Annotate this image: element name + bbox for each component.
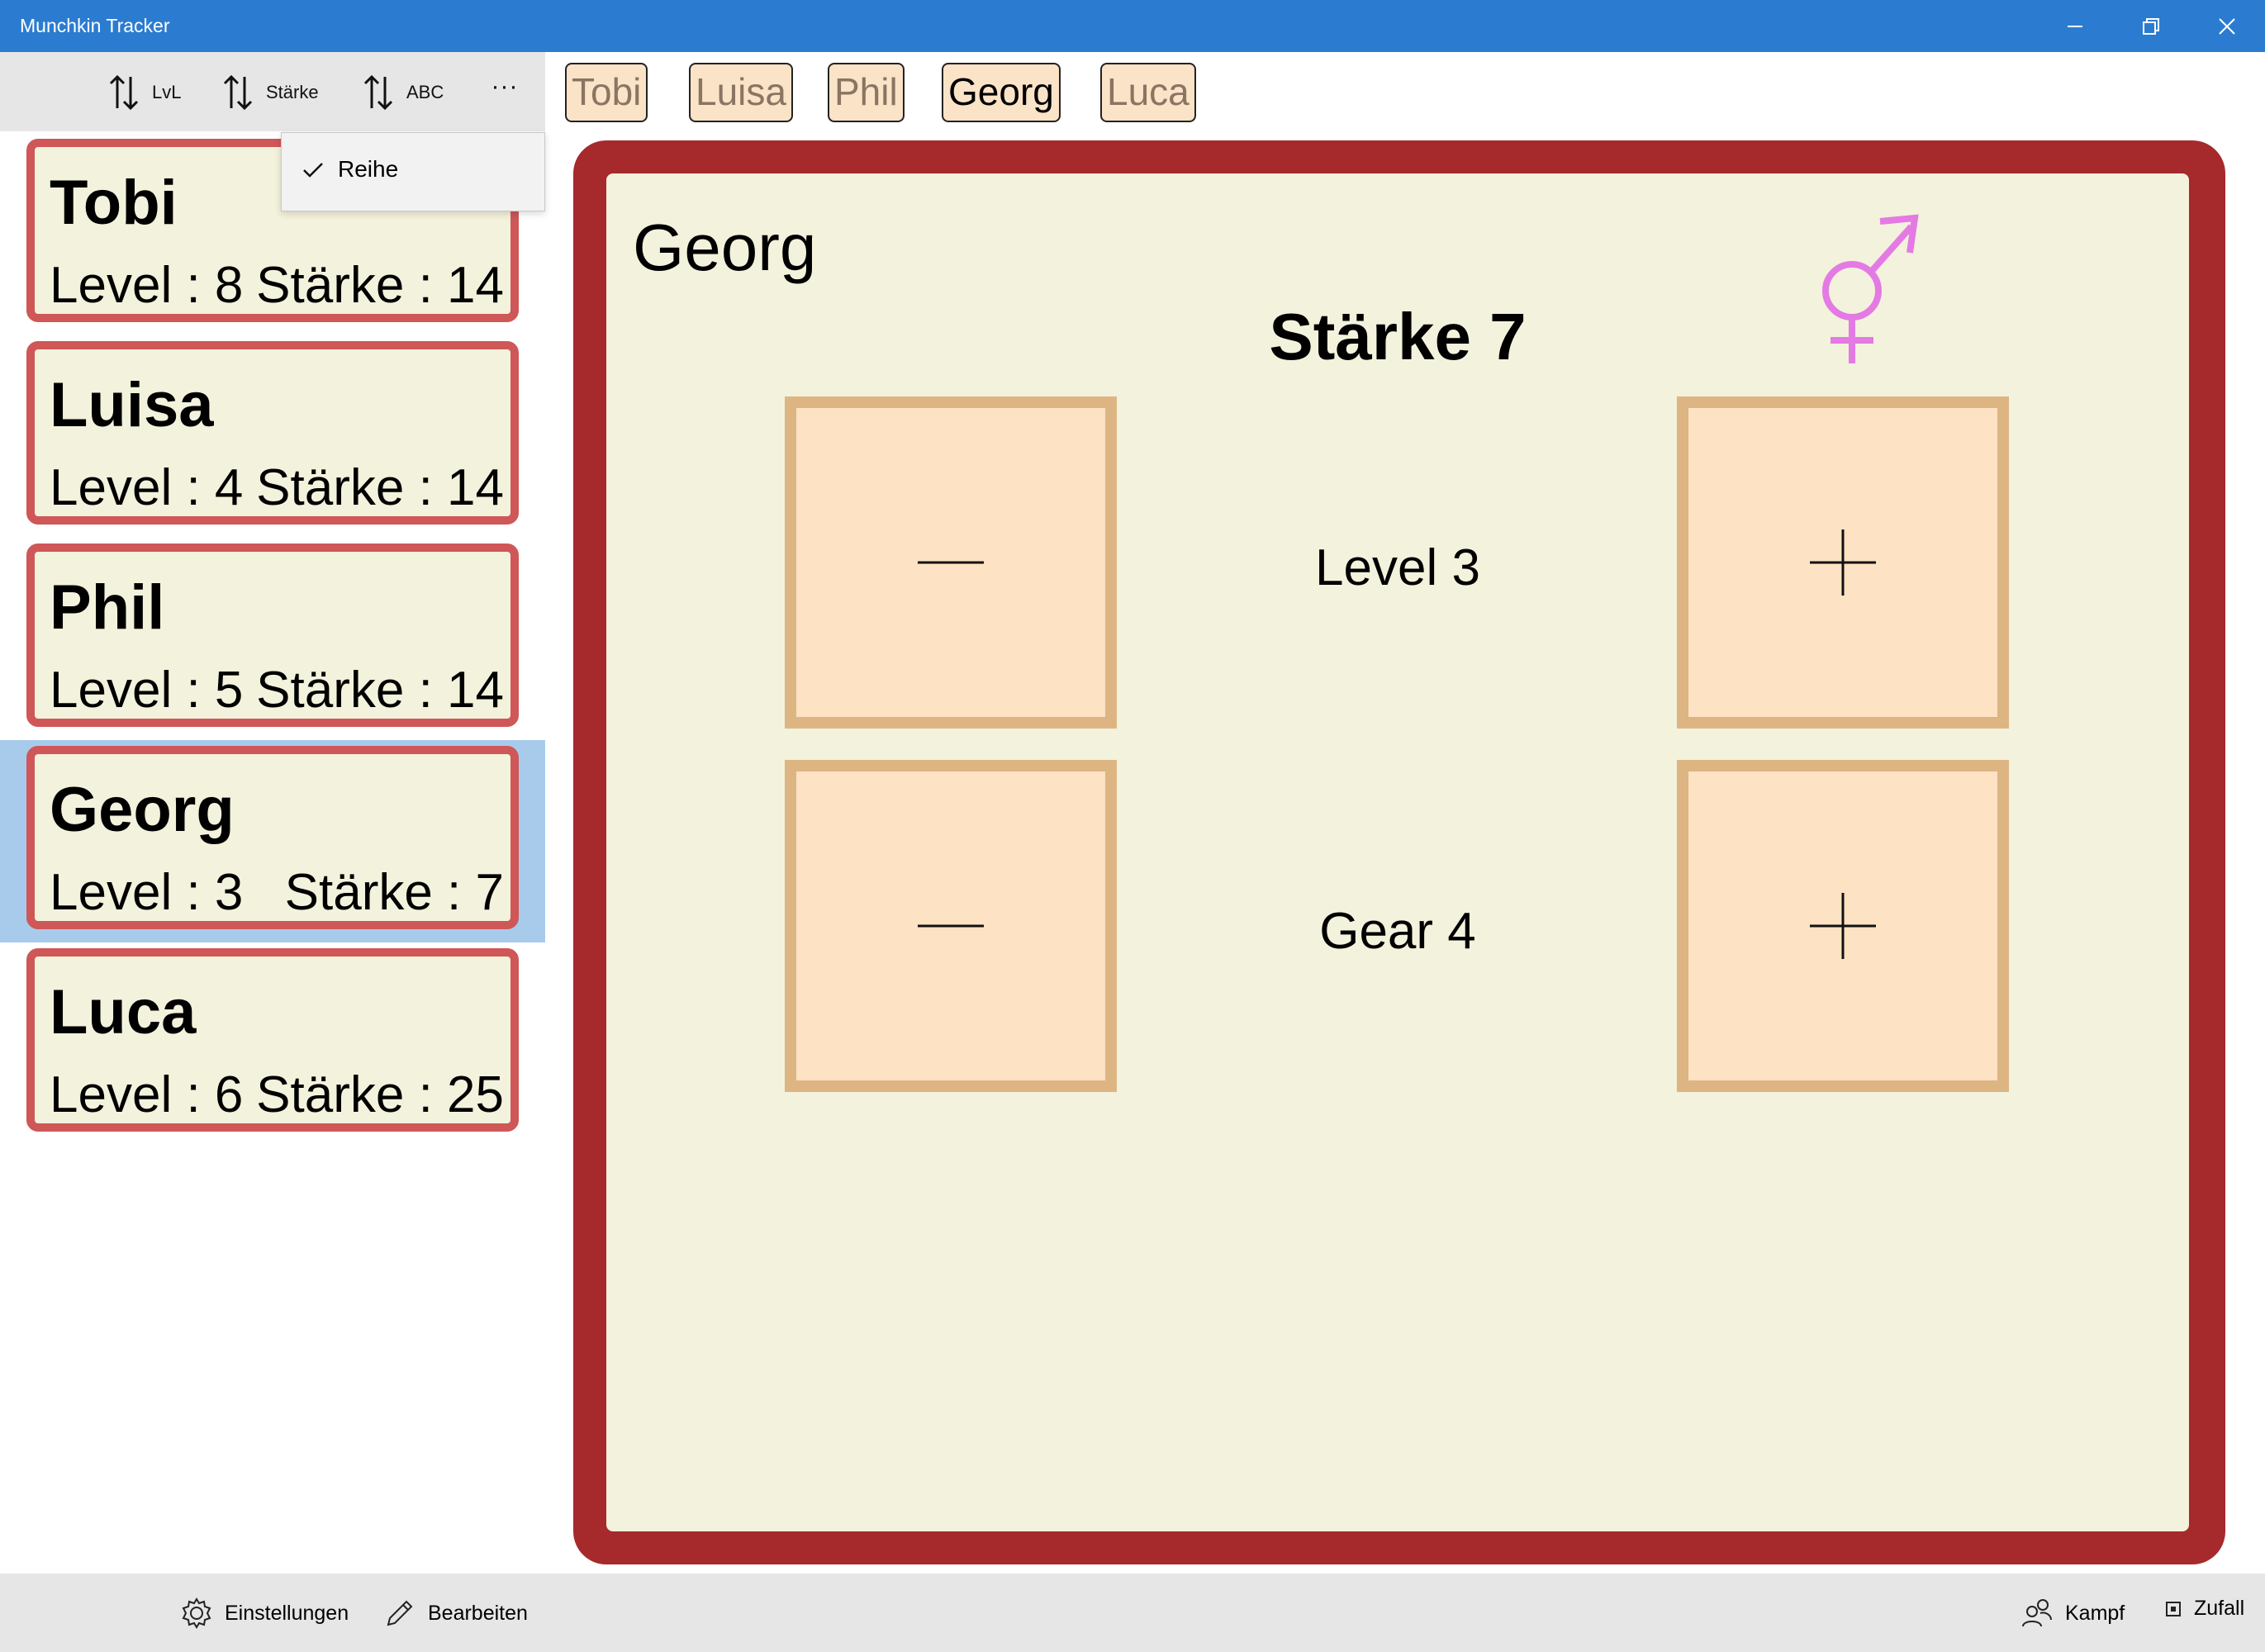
restore-button[interactable] (2113, 0, 2189, 52)
settings-label: Einstellungen (225, 1601, 349, 1625)
player-name: Tobi (50, 168, 178, 238)
sort-by-level-button[interactable]: LvL (107, 72, 181, 113)
level-decrease-button[interactable] (785, 396, 1117, 729)
level-label: Level 3 (1315, 539, 1480, 596)
player-level: Level : 3 (50, 864, 244, 921)
player-detail-board: Georg Stärke 7 Level 3 Gear 4 (573, 140, 2225, 1564)
plus-icon (1810, 529, 1876, 596)
player-card-luca[interactable]: Luca Level : 6 Stärke : 25 (26, 948, 519, 1132)
player-card-georg[interactable]: Georg Level : 3 Stärke : 7 (26, 746, 519, 929)
player-strength: Stärke : 14 (256, 257, 504, 314)
tab-luca[interactable]: Luca (1100, 63, 1196, 122)
sort-alphabetical-button[interactable]: ABC (362, 72, 444, 113)
tab-phil[interactable]: Phil (828, 63, 905, 122)
player-level: Level : 4 (50, 459, 244, 516)
command-bar: Einstellungen Bearbeiten Kampf Zufall (0, 1574, 2265, 1652)
selected-player-name: Georg (633, 211, 817, 284)
player-card-luisa[interactable]: Luisa Level : 4 Stärke : 14 (26, 341, 519, 525)
sort-by-level-label: LvL (152, 82, 182, 102)
sort-icon (109, 74, 139, 111)
settings-button[interactable]: Einstellungen (180, 1597, 349, 1630)
player-name: Georg (50, 775, 235, 845)
random-icon (2166, 1601, 2181, 1616)
player-level: Level : 6 (50, 1066, 244, 1123)
sort-toolbar: LvL Stärke ABC ··· (0, 52, 545, 131)
sort-by-strength-label: Stärke (266, 82, 319, 102)
people-icon (2022, 1599, 2052, 1627)
checkmark-icon (303, 163, 323, 178)
sort-alphabetical-label: ABC (406, 82, 444, 102)
transgender-symbol-icon[interactable] (1804, 210, 1920, 367)
player-strength: Stärke : 14 (256, 459, 504, 516)
player-strength: Stärke : 14 (256, 662, 504, 719)
selected-player-strength: Stärke 7 (1269, 300, 1527, 373)
player-name: Luca (50, 977, 197, 1047)
player-level: Level : 5 (50, 662, 244, 719)
close-button[interactable] (2189, 0, 2265, 52)
player-list-pane: LvL Stärke ABC ··· Tobi Level : 8 Stärke… (0, 52, 545, 1574)
title-bar: Munchkin Tracker (0, 0, 2265, 52)
gear-decrease-button[interactable] (785, 760, 1117, 1092)
tab-tobi[interactable]: Tobi (565, 63, 648, 122)
gear-label: Gear 4 (1319, 903, 1476, 960)
sort-icon (223, 74, 253, 111)
pencil-icon (387, 1600, 413, 1626)
close-icon (2219, 17, 2235, 35)
player-name: Phil (50, 572, 165, 643)
player-card-phil[interactable]: Phil Level : 5 Stärke : 14 (26, 544, 519, 727)
player-strength: Stärke : 25 (256, 1066, 504, 1123)
edit-button[interactable]: Bearbeiten (383, 1597, 528, 1630)
window-title: Munchkin Tracker (20, 15, 170, 36)
minimize-button[interactable] (2037, 0, 2113, 52)
tab-georg[interactable]: Georg (942, 63, 1061, 122)
menu-item-label: Reihe (338, 156, 399, 182)
sort-options-menu: Reihe (281, 132, 545, 211)
more-options-button[interactable]: ··· (484, 70, 525, 112)
fight-label: Kampf (2065, 1601, 2125, 1625)
level-increase-button[interactable] (1677, 396, 2009, 729)
player-strength: Stärke : 7 (284, 864, 504, 921)
gear-icon (182, 1597, 211, 1629)
player-name: Luisa (50, 370, 214, 440)
random-button[interactable]: Zufall (2164, 1597, 2244, 1621)
menu-item-reihe[interactable]: Reihe (302, 156, 398, 183)
sort-icon (363, 74, 393, 111)
minimize-icon (2068, 25, 2082, 27)
player-level: Level : 8 (50, 257, 244, 314)
plus-icon (1810, 893, 1876, 959)
random-label: Zufall (2194, 1597, 2245, 1620)
sort-by-strength-button[interactable]: Stärke (221, 72, 319, 113)
player-detail-panel: Georg Stärke 7 Level 3 Gear 4 (606, 173, 2189, 1531)
minus-icon (918, 924, 984, 928)
restore-icon (2143, 17, 2159, 35)
gear-increase-button[interactable] (1677, 760, 2009, 1092)
edit-label: Bearbeiten (428, 1601, 528, 1625)
tab-luisa[interactable]: Luisa (689, 63, 793, 122)
fight-button[interactable]: Kampf (2020, 1597, 2125, 1630)
minus-icon (918, 561, 984, 564)
